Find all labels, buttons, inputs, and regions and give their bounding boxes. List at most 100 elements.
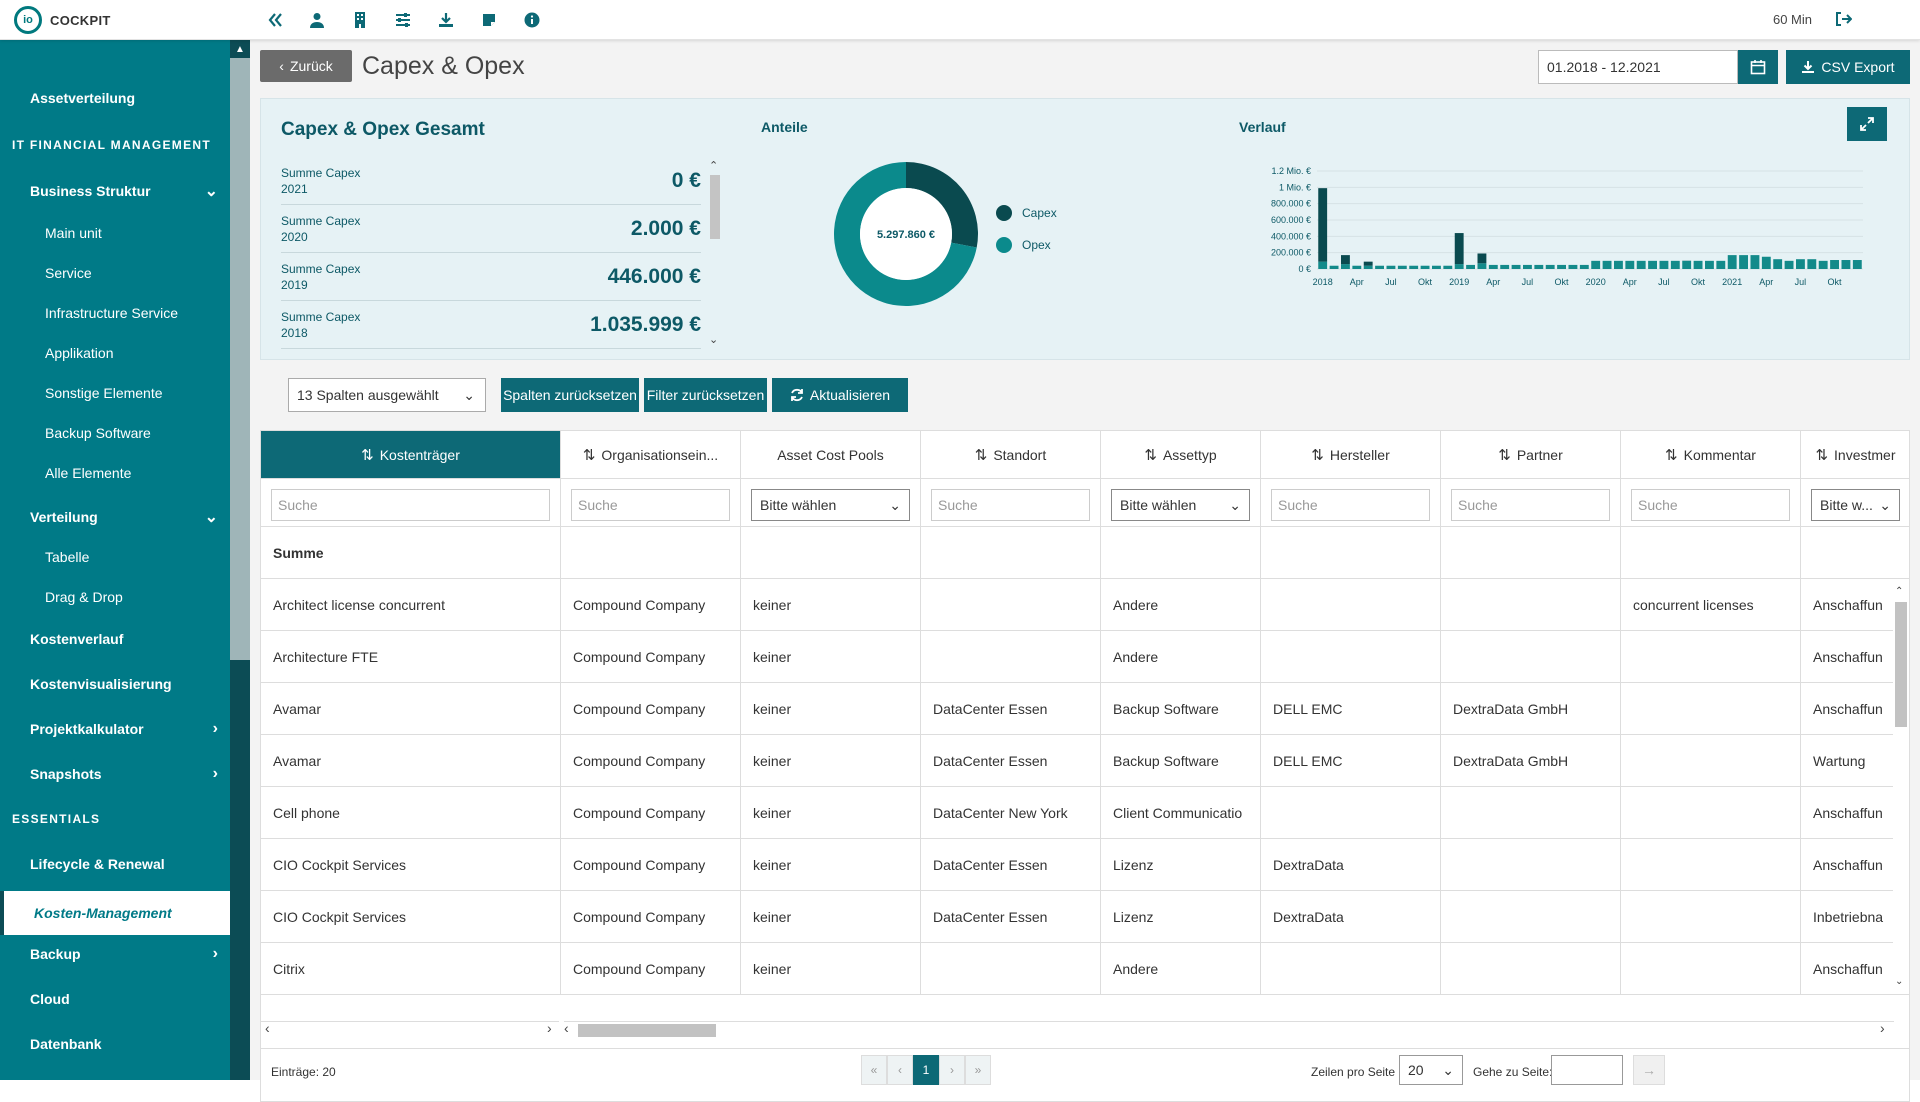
table-cell[interactable] [1621,943,1801,995]
filter-input[interactable]: Suche [931,489,1090,521]
table-cell[interactable]: Compound Company [561,787,741,839]
table-cell[interactable]: DataCenter Essen [921,735,1101,787]
table-cell[interactable] [1621,839,1801,891]
grid-hscroll-thumb[interactable] [578,1024,716,1037]
table-cell[interactable]: DextraData GmbH [1441,735,1621,787]
table-cell[interactable] [1441,839,1621,891]
chevron-up-icon[interactable]: ⌃ [709,159,718,172]
chevron-down-icon[interactable]: ⌄ [709,333,718,346]
sidebar-item-cloud[interactable]: Cloud [0,981,230,1017]
table-cell[interactable]: Backup Software [1101,735,1261,787]
download-icon[interactable] [434,8,458,32]
table-cell[interactable] [1261,631,1441,683]
sliders-icon[interactable] [391,8,415,32]
reset-filters-button[interactable]: Filter zurücksetzen [644,378,767,412]
table-cell[interactable] [1621,891,1801,943]
user-icon[interactable] [305,8,329,32]
csv-export-button[interactable]: CSV Export [1786,50,1910,84]
back-button[interactable]: ‹ Zurück [260,50,352,82]
column-header-investmer[interactable]: ⇅Investmer [1801,431,1910,479]
sidebar-item-infrastructure-service[interactable]: Infrastructure Service [0,295,230,331]
table-cell[interactable] [921,579,1101,631]
sidebar-item-kostenvisualisierung[interactable]: Kostenvisualisierung [0,666,230,702]
column-header-standort[interactable]: ⇅Standort [921,431,1101,479]
summary-scroll-thumb[interactable] [710,175,720,239]
chevron-left-icon[interactable]: ‹ [265,1020,270,1036]
table-cell[interactable]: Backup Software [1101,683,1261,735]
table-cell[interactable] [1261,943,1441,995]
table-cell[interactable]: DELL EMC [1261,683,1441,735]
first-page-button[interactable]: « [861,1055,887,1085]
table-cell[interactable]: Avamar [261,683,561,735]
table-cell[interactable]: DataCenter New York [921,787,1101,839]
chevron-up-icon[interactable]: ⌃ [1895,586,1903,597]
table-cell[interactable] [921,631,1101,683]
column-header-asset-cost-pools[interactable]: Asset Cost Pools [741,431,921,479]
table-cell[interactable] [1621,631,1801,683]
table-cell[interactable]: DextraData GmbH [1441,683,1621,735]
logout-icon[interactable] [1834,10,1852,31]
double-chevron-left-icon[interactable] [262,8,286,32]
refresh-button[interactable]: Aktualisieren [772,378,908,412]
table-cell[interactable]: CIO Cockpit Services [261,839,561,891]
next-page-button[interactable]: › [939,1055,965,1085]
info-icon[interactable] [520,8,544,32]
column-header-partner[interactable]: ⇅Partner [1441,431,1621,479]
sidebar-item-service[interactable]: Service [0,255,230,291]
sidebar-item-applikation[interactable]: Applikation [0,335,230,371]
table-cell[interactable]: Compound Company [561,631,741,683]
table-cell[interactable]: Compound Company [561,735,741,787]
scroll-up-icon[interactable]: ▲ [235,44,245,55]
grid-hscroll-left[interactable]: ‹ › [261,1021,559,1037]
goto-page-button[interactable]: → [1633,1055,1665,1085]
table-cell[interactable]: Avamar [261,735,561,787]
column-header-kostentr-ger[interactable]: ⇅Kostenträger [261,431,561,479]
sidebar-item-business-struktur[interactable]: Business Struktur⌄ [0,173,230,209]
table-cell[interactable]: Architecture FTE [261,631,561,683]
building-icon[interactable] [348,8,372,32]
table-cell[interactable]: Compound Company [561,683,741,735]
table-cell[interactable]: Cell phone [261,787,561,839]
calendar-button[interactable] [1738,50,1778,84]
table-cell[interactable]: Compound Company [561,839,741,891]
table-cell[interactable]: Compound Company [561,943,741,995]
table-cell[interactable]: Andere [1101,631,1261,683]
table-cell[interactable]: keiner [741,631,921,683]
table-cell[interactable]: keiner [741,579,921,631]
chevron-right-icon[interactable]: › [547,1020,552,1036]
table-cell[interactable]: Lizenz [1101,839,1261,891]
sidebar-item-drag-drop[interactable]: Drag & Drop [0,579,230,615]
table-cell[interactable] [1261,579,1441,631]
table-cell[interactable]: Compound Company [561,891,741,943]
chevron-right-icon[interactable]: › [1880,1020,1885,1036]
table-cell[interactable] [1621,735,1801,787]
table-cell[interactable]: keiner [741,787,921,839]
page-1-button[interactable]: 1 [913,1055,939,1085]
sidebar-item-alle-elemente[interactable]: Alle Elemente [0,455,230,491]
sidebar-item-verteilung[interactable]: Verteilung⌄ [0,499,230,535]
sidebar-item-backup[interactable]: Backup› [0,936,230,972]
table-cell[interactable] [1441,579,1621,631]
table-cell[interactable]: Lizenz [1101,891,1261,943]
filter-input[interactable]: Suche [1631,489,1790,521]
sidebar-item-lifecycle-renewal[interactable]: Lifecycle & Renewal [0,846,230,882]
column-header-kommentar[interactable]: ⇅Kommentar [1621,431,1801,479]
filter-input[interactable]: Suche [1451,489,1610,521]
table-cell[interactable]: keiner [741,891,921,943]
table-cell[interactable]: DextraData [1261,891,1441,943]
table-cell[interactable]: DELL EMC [1261,735,1441,787]
table-cell[interactable]: DextraData [1261,839,1441,891]
column-header-hersteller[interactable]: ⇅Hersteller [1261,431,1441,479]
column-header-organisationsein-[interactable]: ⇅Organisationsein... [561,431,741,479]
table-cell[interactable] [921,943,1101,995]
table-cell[interactable]: keiner [741,683,921,735]
filter-select[interactable]: Bitte wählen⌄ [1111,489,1250,521]
filter-input[interactable]: Suche [571,489,730,521]
grid-vertical-scrollbar[interactable]: ⌃ ⌄ [1893,586,1909,991]
column-header-assettyp[interactable]: ⇅Assettyp [1101,431,1261,479]
table-cell[interactable]: DataCenter Essen [921,683,1101,735]
chevron-down-icon[interactable]: ⌄ [1895,976,1903,987]
table-cell[interactable] [1441,943,1621,995]
filter-select[interactable]: Bitte wählen⌄ [751,489,910,521]
grid-hscroll-right[interactable]: ‹ › [564,1021,1894,1037]
